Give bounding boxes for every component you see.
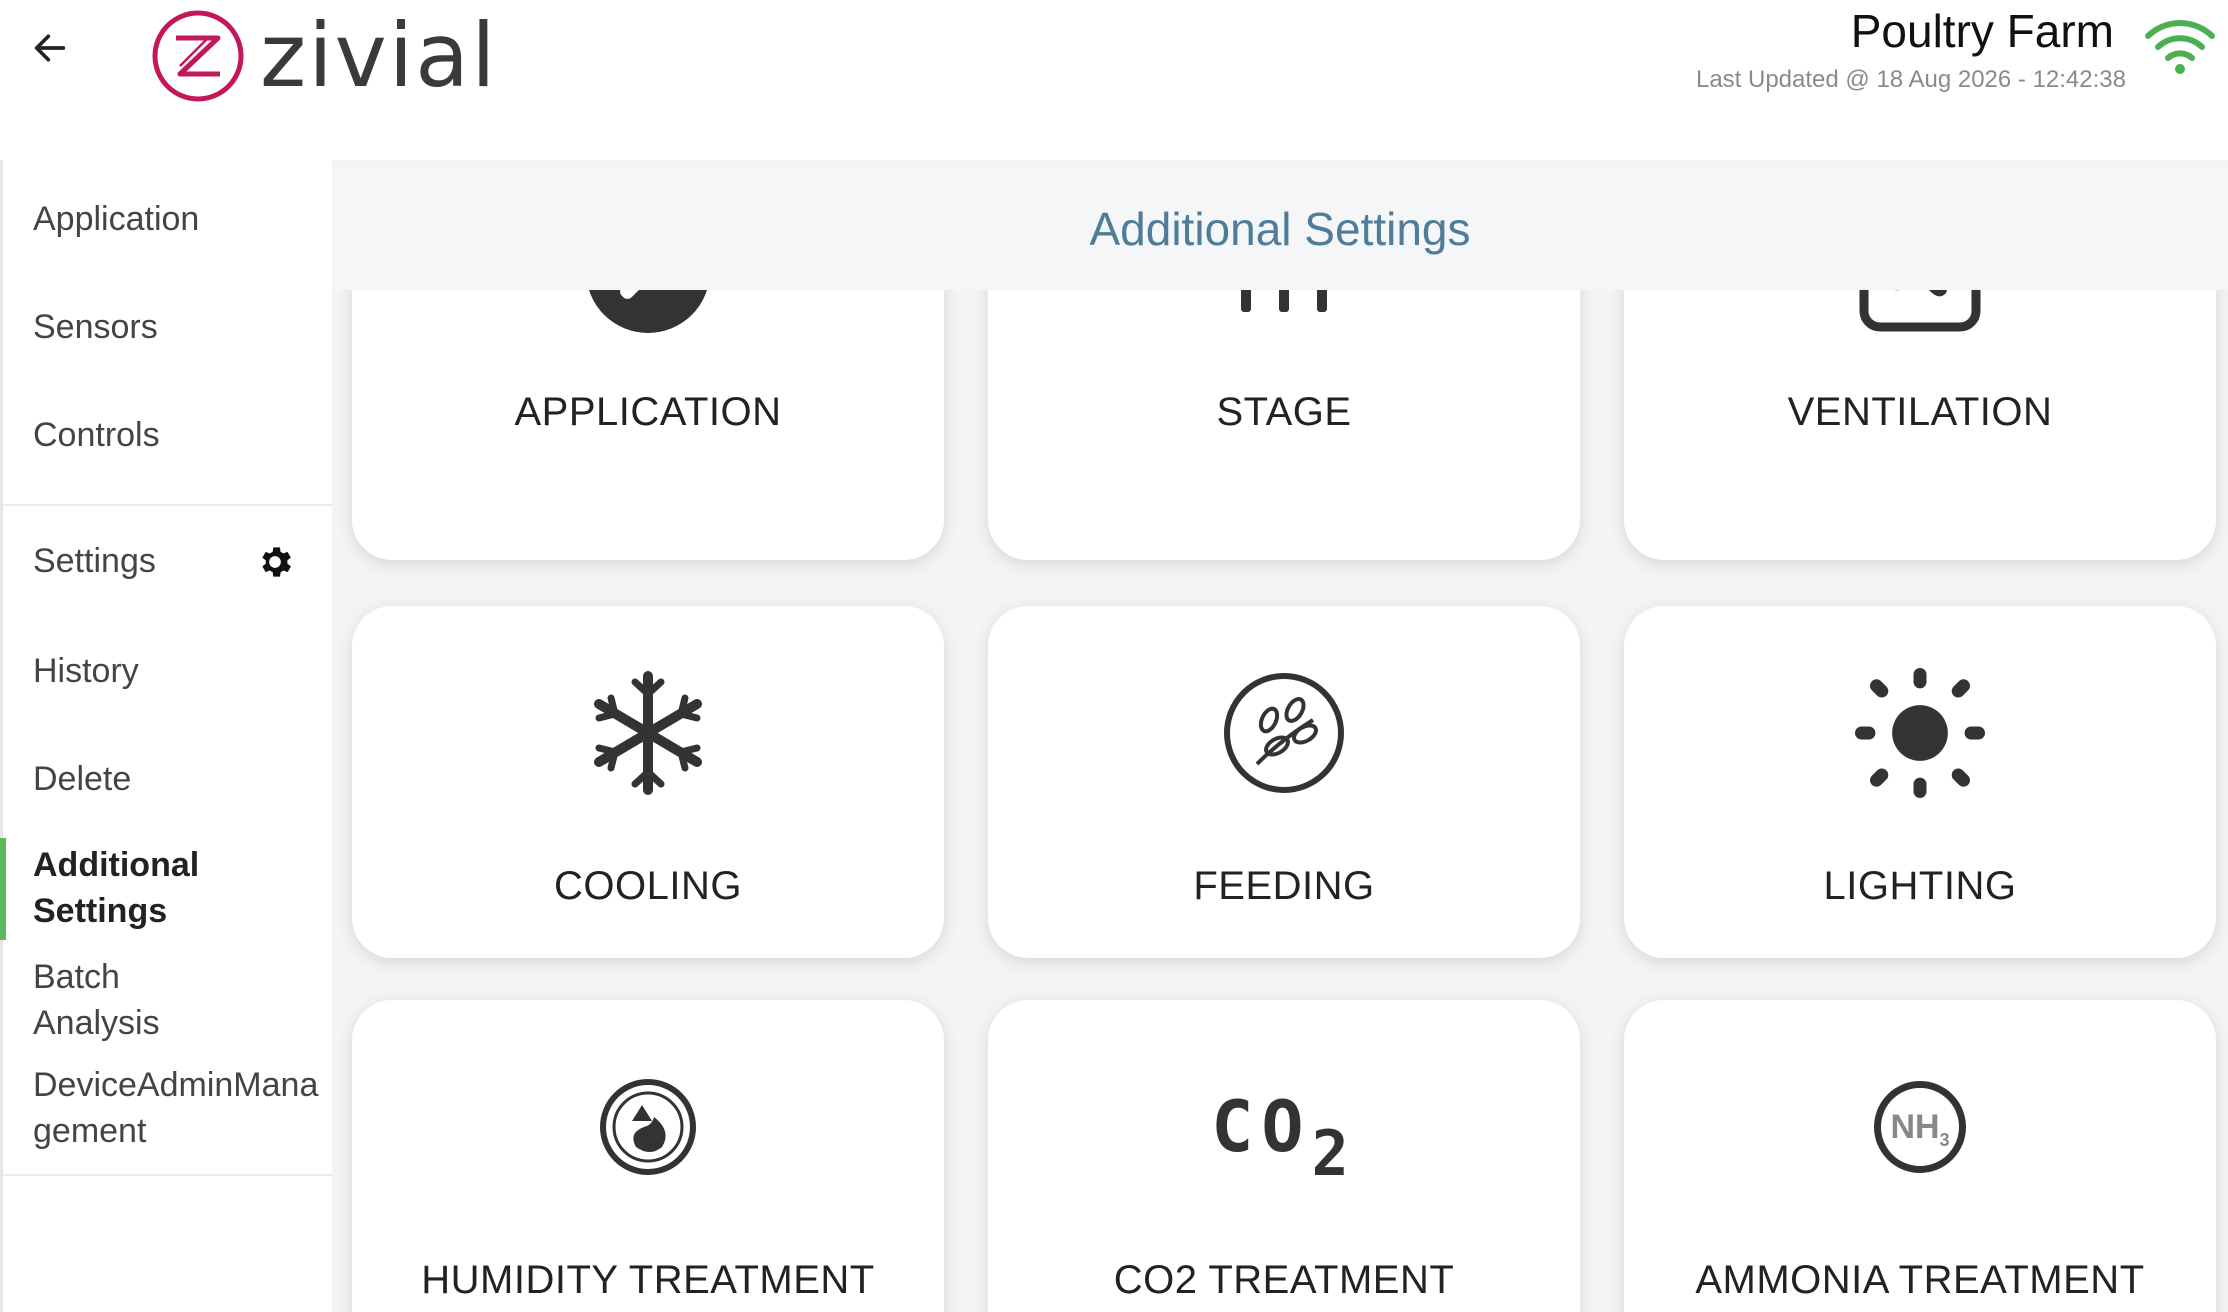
- tile-label: COOLING: [554, 864, 742, 908]
- sidebar-item-application[interactable]: Application: [33, 196, 199, 242]
- ammonia-symbol: NH3: [1890, 1107, 1950, 1150]
- co2-symbol: CO2: [1211, 1086, 1357, 1190]
- sidebar-item-settings[interactable]: Settings: [33, 538, 303, 584]
- tile-co2-treatment[interactable]: CO2 CO2 TREATMENT: [988, 1000, 1580, 1312]
- tile-label: HUMIDITY TREATMENT: [421, 1258, 875, 1302]
- sidebar-item-label: gement: [33, 1112, 147, 1150]
- active-indicator: [0, 838, 6, 940]
- last-updated-text: Last Updated @ 18 Aug 2026 - 12:42:38: [1695, 66, 2126, 93]
- tile-humidity-treatment[interactable]: HUMIDITY TREATMENT: [352, 1000, 944, 1312]
- back-button[interactable]: [22, 20, 78, 76]
- wifi-icon: [2145, 20, 2215, 74]
- settings-grid[interactable]: APPLICATION STAGE VENTILATION COOLING FE…: [332, 160, 2228, 1312]
- ammonia-badge: NH3: [1874, 1081, 1966, 1173]
- tile-label: APPLICATION: [514, 390, 782, 434]
- back-arrow-icon: [34, 34, 66, 62]
- sidebar-divider: [3, 504, 333, 506]
- page-title: Additional Settings: [1089, 203, 1471, 255]
- gear-icon: [262, 547, 291, 577]
- co2-text: CO: [1211, 1086, 1312, 1168]
- sidebar-item-label: Batch: [33, 958, 120, 996]
- sidebar-item-label: Settings: [33, 892, 168, 930]
- humidity-icon: [583, 1062, 713, 1192]
- sidebar-item-additional-settings[interactable]: Additional Settings: [33, 842, 199, 934]
- logo-text: zivial: [260, 4, 498, 107]
- logo-z-icon: [152, 10, 244, 102]
- ammonia-text: NH: [1890, 1107, 1940, 1146]
- sidebar-item-history[interactable]: History: [33, 648, 139, 694]
- grain-icon: [1219, 668, 1349, 798]
- tile-lighting[interactable]: LIGHTING: [1624, 606, 2216, 958]
- sidebar-item-label: DeviceAdminMana: [33, 1066, 319, 1104]
- sidebar-item-label: Settings: [33, 542, 156, 580]
- co2-icon: CO2: [1194, 1062, 1374, 1192]
- sidebar-item-sensors[interactable]: Sensors: [33, 304, 158, 350]
- sun-icon: [1855, 668, 1985, 798]
- sidebar: Application Sensors Controls Settings Hi…: [0, 160, 333, 1312]
- sidebar-item-device-admin-management[interactable]: DeviceAdminMana gement: [33, 1062, 318, 1154]
- sidebar-item-batch-analysis[interactable]: Batch Analysis: [33, 954, 160, 1046]
- tile-feeding[interactable]: FEEDING: [988, 606, 1580, 958]
- snowflake-icon: [583, 668, 713, 798]
- tile-cooling[interactable]: COOLING: [352, 606, 944, 958]
- tile-label: AMMONIA TREATMENT: [1695, 1258, 2145, 1302]
- brand-logo: zivial: [150, 0, 540, 112]
- tile-ammonia-treatment[interactable]: NH3 AMMONIA TREATMENT: [1624, 1000, 2216, 1312]
- sidebar-item-controls[interactable]: Controls: [33, 412, 160, 458]
- app-header: zivial Poultry Farm Last Updated @ 18 Au…: [0, 0, 2228, 160]
- page-header: Additional Settings: [332, 168, 2228, 290]
- co2-subscript: 2: [1311, 1117, 1357, 1190]
- tile-label: STAGE: [1216, 390, 1352, 434]
- sidebar-divider: [3, 1174, 333, 1176]
- ammonia-icon: NH3: [1855, 1062, 1985, 1192]
- tile-label: CO2 TREATMENT: [1113, 1258, 1455, 1302]
- ammonia-subscript: 3: [1939, 1129, 1950, 1150]
- farm-name: Poultry Farm: [1850, 5, 2114, 57]
- tile-label: VENTILATION: [1787, 390, 2053, 434]
- sidebar-item-label: Additional: [33, 846, 200, 884]
- main-content: Additional Settings APPLICATION STAGE VE…: [332, 160, 2228, 1312]
- sidebar-item-delete[interactable]: Delete: [33, 756, 131, 802]
- tile-label: LIGHTING: [1823, 864, 2017, 908]
- sidebar-item-label: Analysis: [33, 1004, 160, 1042]
- tile-label: FEEDING: [1193, 864, 1375, 908]
